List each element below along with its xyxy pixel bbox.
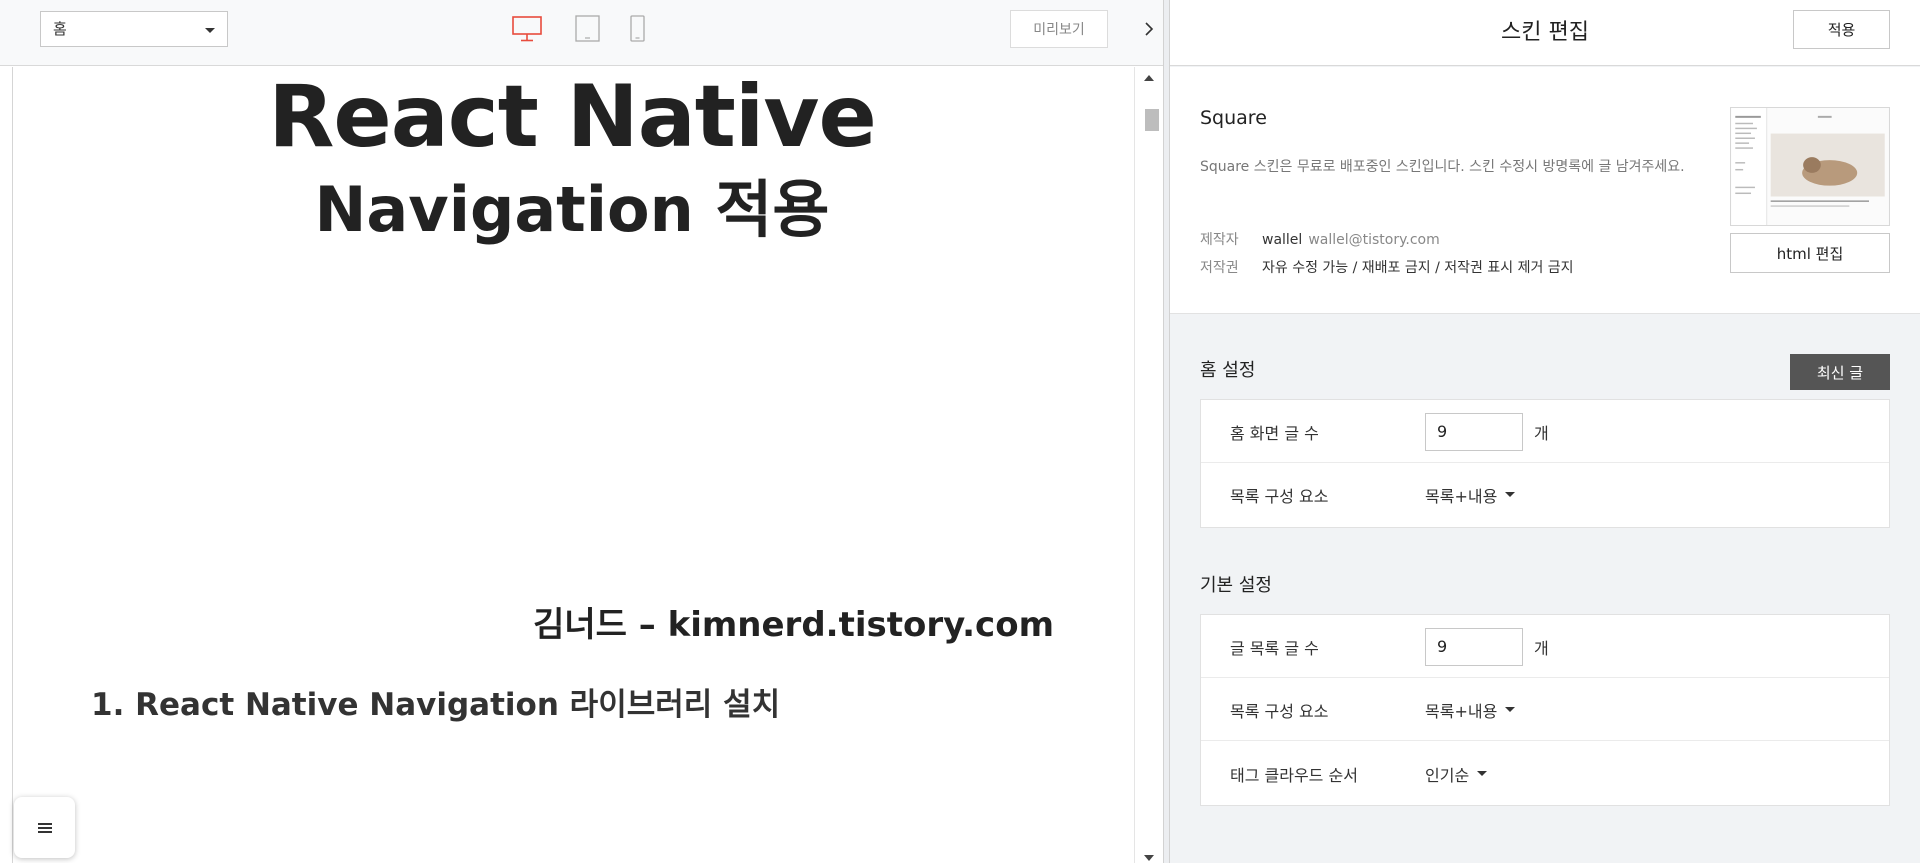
basic-settings-box: 글 목록 글 수 9 개 목록 구성 요소 목록+내용 태그 클라우드 순서 인… <box>1200 614 1890 806</box>
post-heading: 1. React Native Navigation 라이브러리 설치 <box>91 687 781 723</box>
list-count-input[interactable]: 9 <box>1425 628 1523 666</box>
preview-button[interactable]: 미리보기 <box>1010 10 1108 48</box>
page-select-value: 홈 <box>53 20 67 38</box>
home-post-count-row: 홈 화면 글 수 9 개 <box>1201 400 1889 463</box>
chevron-down-icon <box>1505 492 1516 497</box>
post-title-line2: Navigation 적용 <box>314 173 830 246</box>
home-settings-title: 홈 설정 <box>1200 360 1256 381</box>
maker-name: wallel <box>1262 232 1303 248</box>
hamburger-icon <box>37 822 52 833</box>
basic-settings-title: 기본 설정 <box>1200 575 1272 596</box>
tablet-icon[interactable] <box>571 14 605 44</box>
basic-list-element-row: 목록 구성 요소 목록+내용 <box>1201 678 1889 741</box>
basic-list-element-label: 목록 구성 요소 <box>1230 702 1329 721</box>
skin-description: Square 스킨은 무료로 배포중인 스킨입니다. 스킨 수정시 방명록에 글… <box>1200 159 1685 175</box>
list-count-unit: 개 <box>1534 639 1549 658</box>
preview-toolbar: 홈 미리보기 <box>0 0 1163 66</box>
mobile-icon[interactable] <box>620 14 654 44</box>
desktop-icon[interactable] <box>510 14 544 44</box>
skin-name: Square <box>1200 107 1267 129</box>
home-post-count-unit: 개 <box>1534 424 1549 443</box>
basic-list-element-select[interactable]: 목록+내용 <box>1425 698 1516 722</box>
page-select[interactable]: 홈 <box>40 11 228 47</box>
skin-edit-panel: 스킨 편집 적용 Square Square 스킨은 무료로 배포중인 스킨입니… <box>1170 0 1920 863</box>
skin-info: Square Square 스킨은 무료로 배포중인 스킨입니다. 스킨 수정시… <box>1170 67 1920 314</box>
chevron-right-icon[interactable] <box>1136 14 1162 44</box>
skin-copyright-row: 저작권 자유 수정 가능 / 재배포 금지 / 저작권 표시 제거 금지 <box>1200 257 1574 277</box>
blog-preview[interactable]: React Native Navigation 적용 김너드 – kimnerd… <box>12 67 1130 863</box>
home-list-element-label: 목록 구성 요소 <box>1230 487 1329 506</box>
home-settings-box: 홈 화면 글 수 9 개 목록 구성 요소 목록+내용 <box>1200 399 1890 528</box>
tag-order-select[interactable]: 인기순 <box>1425 762 1488 786</box>
tag-order-value: 인기순 <box>1425 766 1470 785</box>
home-list-element-value: 목록+내용 <box>1425 487 1498 506</box>
panel-header: 스킨 편집 적용 <box>1170 0 1920 66</box>
maker-email: wallel@tistory.com <box>1308 232 1440 248</box>
maker-key: 제작자 <box>1200 232 1239 248</box>
menu-button[interactable] <box>14 797 75 858</box>
skin-thumbnail <box>1730 107 1890 226</box>
latest-posts-button[interactable]: 최신 글 <box>1790 354 1890 390</box>
scroll-up-icon[interactable] <box>1144 75 1154 81</box>
chevron-down-icon <box>1505 707 1516 712</box>
preview-scrollbar[interactable] <box>1134 67 1163 863</box>
post-title-line1: React Native <box>268 67 877 167</box>
post-credit: 김너드 – kimnerd.tistory.com <box>533 605 1054 645</box>
html-edit-button[interactable]: html 편집 <box>1730 233 1890 273</box>
basic-list-element-value: 목록+내용 <box>1425 702 1498 721</box>
pane-divider[interactable] <box>1163 0 1170 863</box>
copyright-value: 자유 수정 가능 / 재배포 금지 / 저작권 표시 제거 금지 <box>1262 260 1574 276</box>
home-list-element-row: 목록 구성 요소 목록+내용 <box>1201 463 1889 526</box>
scroll-down-icon[interactable] <box>1144 855 1154 861</box>
apply-button[interactable]: 적용 <box>1793 10 1890 49</box>
chevron-down-icon <box>205 28 215 33</box>
skin-maker-row: 제작자 wallel wallel@tistory.com <box>1200 229 1440 249</box>
scroll-thumb[interactable] <box>1145 109 1159 131</box>
tag-order-label: 태그 클라우드 순서 <box>1230 766 1358 785</box>
list-count-row: 글 목록 글 수 9 개 <box>1201 615 1889 678</box>
home-post-count-input[interactable]: 9 <box>1425 413 1523 451</box>
tag-order-row: 태그 클라우드 순서 인기순 <box>1201 742 1889 805</box>
copyright-key: 저작권 <box>1200 260 1239 276</box>
home-post-count-label: 홈 화면 글 수 <box>1230 424 1319 443</box>
chevron-down-icon <box>1477 771 1488 776</box>
preview-pane: 홈 미리보기 React Native Navigation 적용 김너드 – … <box>0 0 1163 863</box>
home-list-element-select[interactable]: 목록+내용 <box>1425 483 1516 507</box>
list-count-label: 글 목록 글 수 <box>1230 639 1319 658</box>
